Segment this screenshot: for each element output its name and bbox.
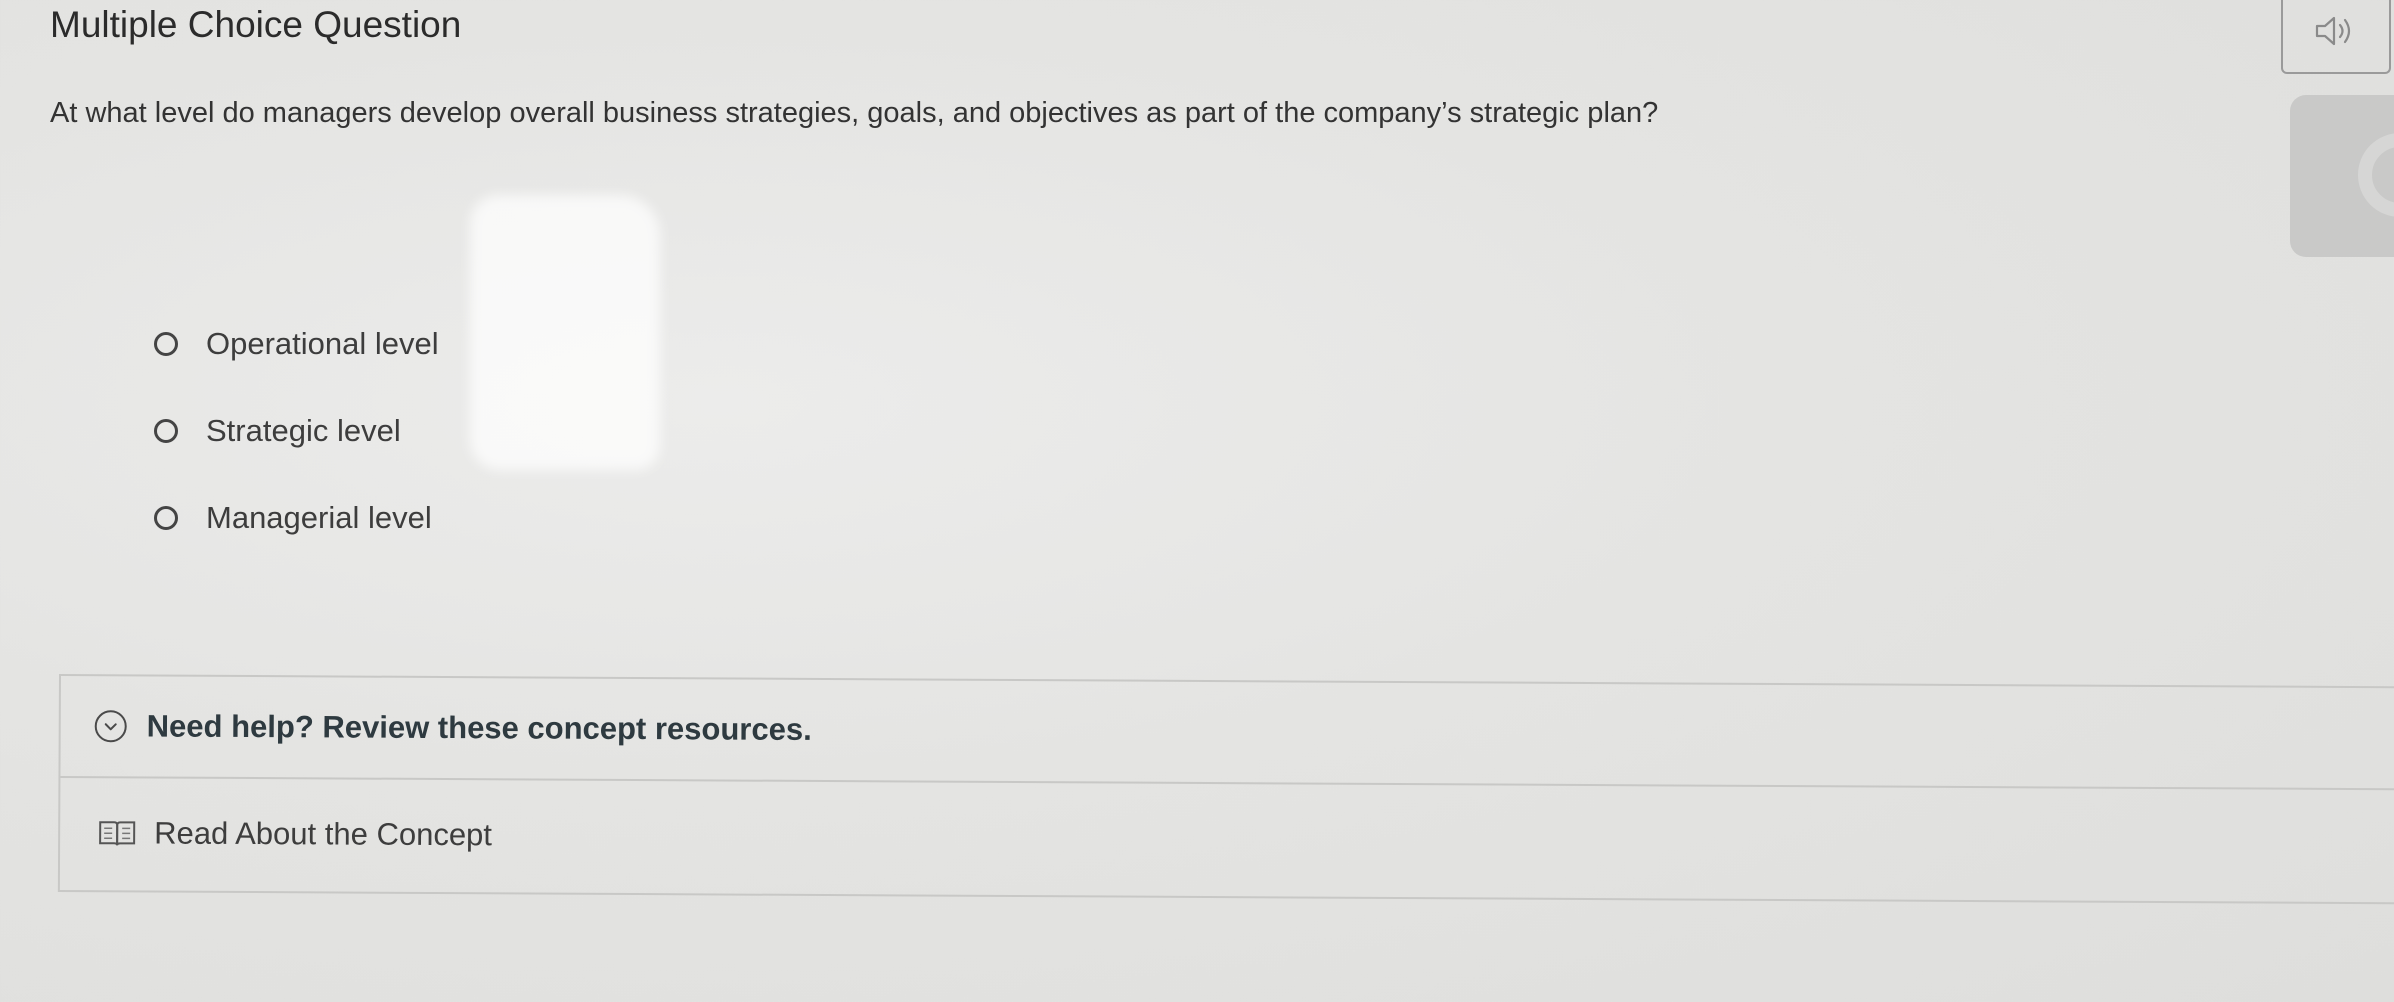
concept-resources-panel: Need help? Review these concept resource…	[57, 674, 2394, 905]
chevron-down-icon	[94, 710, 127, 743]
help-toggle[interactable]: Need help? Review these concept resource…	[60, 676, 2394, 791]
choice-strategic[interactable]: Strategic level	[150, 387, 439, 474]
radio-button[interactable]	[154, 331, 178, 356]
speaker-icon	[2314, 14, 2358, 53]
choice-label: Strategic level	[206, 412, 401, 448]
answer-choices: Operational level Strategic level Manage…	[150, 300, 439, 561]
choice-label: Operational level	[206, 325, 439, 361]
resource-label: Read About the Concept	[154, 815, 493, 853]
radio-button[interactable]	[154, 418, 178, 443]
radio-button[interactable]	[154, 505, 178, 530]
page-title: Multiple Choice Question	[50, 4, 462, 45]
side-panel-tab[interactable]	[2290, 95, 2394, 257]
read-about-concept-link[interactable]: Read About the Concept	[60, 778, 2394, 900]
help-title: Need help? Review these concept resource…	[146, 708, 812, 747]
screen-glare	[470, 195, 660, 470]
book-icon	[98, 818, 136, 848]
circle-icon	[2358, 133, 2394, 217]
choice-label: Managerial level	[206, 499, 432, 535]
choice-operational[interactable]: Operational level	[150, 300, 439, 387]
question-prompt: At what level do managers develop overal…	[50, 97, 1659, 129]
choice-managerial[interactable]: Managerial level	[150, 474, 439, 561]
read-aloud-button[interactable]	[2281, 0, 2391, 74]
